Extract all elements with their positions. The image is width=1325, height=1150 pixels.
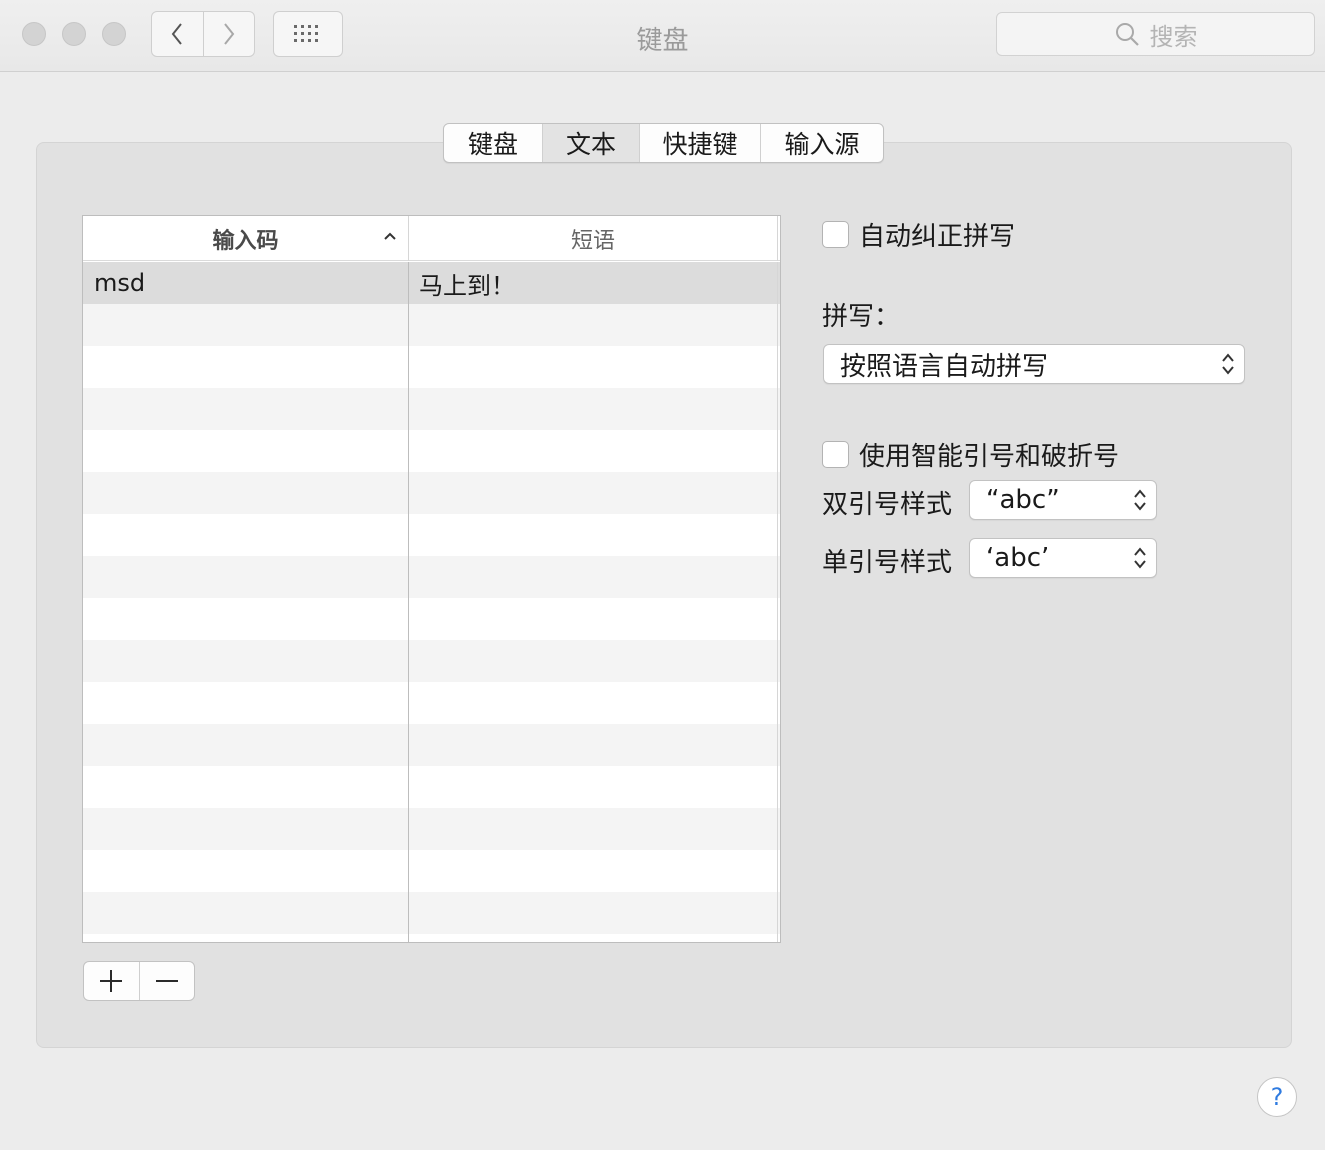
preferences-window: 键盘 搜索 键盘 文本 快捷键 输入源 输入码 短语 msd 马上到！ 自动纠正… [0, 0, 1325, 1150]
column-header-code[interactable]: 输入码 [83, 216, 409, 261]
empty-row [83, 304, 780, 346]
table-rows: msd 马上到！ [83, 262, 780, 942]
single-quotes-popup[interactable]: ‘abc’ [969, 538, 1157, 578]
remove-button[interactable] [138, 962, 195, 1000]
double-quotes-popup[interactable]: “abc” [969, 480, 1157, 520]
empty-row [83, 766, 780, 808]
search-field[interactable]: 搜索 [996, 12, 1315, 56]
updown-chevron-icon [1134, 489, 1146, 511]
tab-bar: 键盘 文本 快捷键 输入源 [443, 123, 884, 163]
empty-row [83, 934, 780, 942]
add-button[interactable] [84, 962, 139, 1000]
plus-icon [100, 970, 123, 992]
tab-input-sources[interactable]: 输入源 [760, 124, 883, 162]
column-header-phrase[interactable]: 短语 [409, 216, 778, 261]
search-placeholder: 搜索 [1149, 22, 1198, 51]
empty-row [83, 430, 780, 472]
updown-chevron-icon [1222, 353, 1234, 375]
empty-row [83, 598, 780, 640]
single-quotes-value: ‘abc’ [986, 543, 1050, 573]
smart-quotes-option[interactable]: 使用智能引号和破折号 [822, 436, 1119, 473]
tab-shortcuts[interactable]: 快捷键 [639, 124, 760, 162]
empty-row [83, 472, 780, 514]
title-bar: 键盘 搜索 [0, 0, 1325, 72]
spelling-popup[interactable]: 按照语言自动拼写 [823, 344, 1245, 384]
empty-row [83, 346, 780, 388]
tab-keyboard[interactable]: 键盘 [444, 124, 542, 162]
table-header: 输入码 短语 [83, 216, 780, 261]
empty-row [83, 850, 780, 892]
column-header-phrase-label: 短语 [570, 228, 615, 254]
empty-row [83, 808, 780, 850]
phrase-cell[interactable]: 马上到！ [409, 262, 778, 304]
empty-row [83, 892, 780, 934]
autocorrect-label: 自动纠正拼写 [859, 222, 1016, 252]
add-remove-buttons [83, 961, 195, 1001]
sort-ascending-icon [384, 232, 396, 240]
empty-row [83, 682, 780, 724]
code-cell[interactable]: msd [83, 262, 409, 304]
spelling-label: 拼写： [822, 302, 901, 332]
empty-row [83, 514, 780, 556]
text-replacement-table: 输入码 短语 msd 马上到！ [82, 215, 781, 943]
search-icon [1115, 23, 1139, 46]
updown-chevron-icon [1134, 547, 1146, 569]
tab-text[interactable]: 文本 [542, 124, 639, 162]
empty-row [83, 724, 780, 766]
empty-row [83, 640, 780, 682]
autocorrect-checkbox[interactable] [822, 221, 849, 248]
spelling-value: 按照语言自动拼写 [840, 351, 1049, 382]
autocorrect-option[interactable]: 自动纠正拼写 [822, 216, 1015, 253]
column-header-code-label: 输入码 [212, 228, 279, 254]
single-quotes-label: 单引号样式 [822, 548, 953, 578]
smart-quotes-checkbox[interactable] [822, 441, 849, 468]
double-quotes-value: “abc” [986, 485, 1060, 515]
help-button[interactable]: ? [1257, 1077, 1297, 1117]
empty-row [83, 388, 780, 430]
minus-icon [155, 980, 178, 982]
smart-quotes-label: 使用智能引号和破折号 [859, 442, 1120, 472]
table-row[interactable]: msd 马上到！ [83, 262, 780, 304]
double-quotes-label: 双引号样式 [822, 490, 953, 520]
empty-row [83, 556, 780, 598]
